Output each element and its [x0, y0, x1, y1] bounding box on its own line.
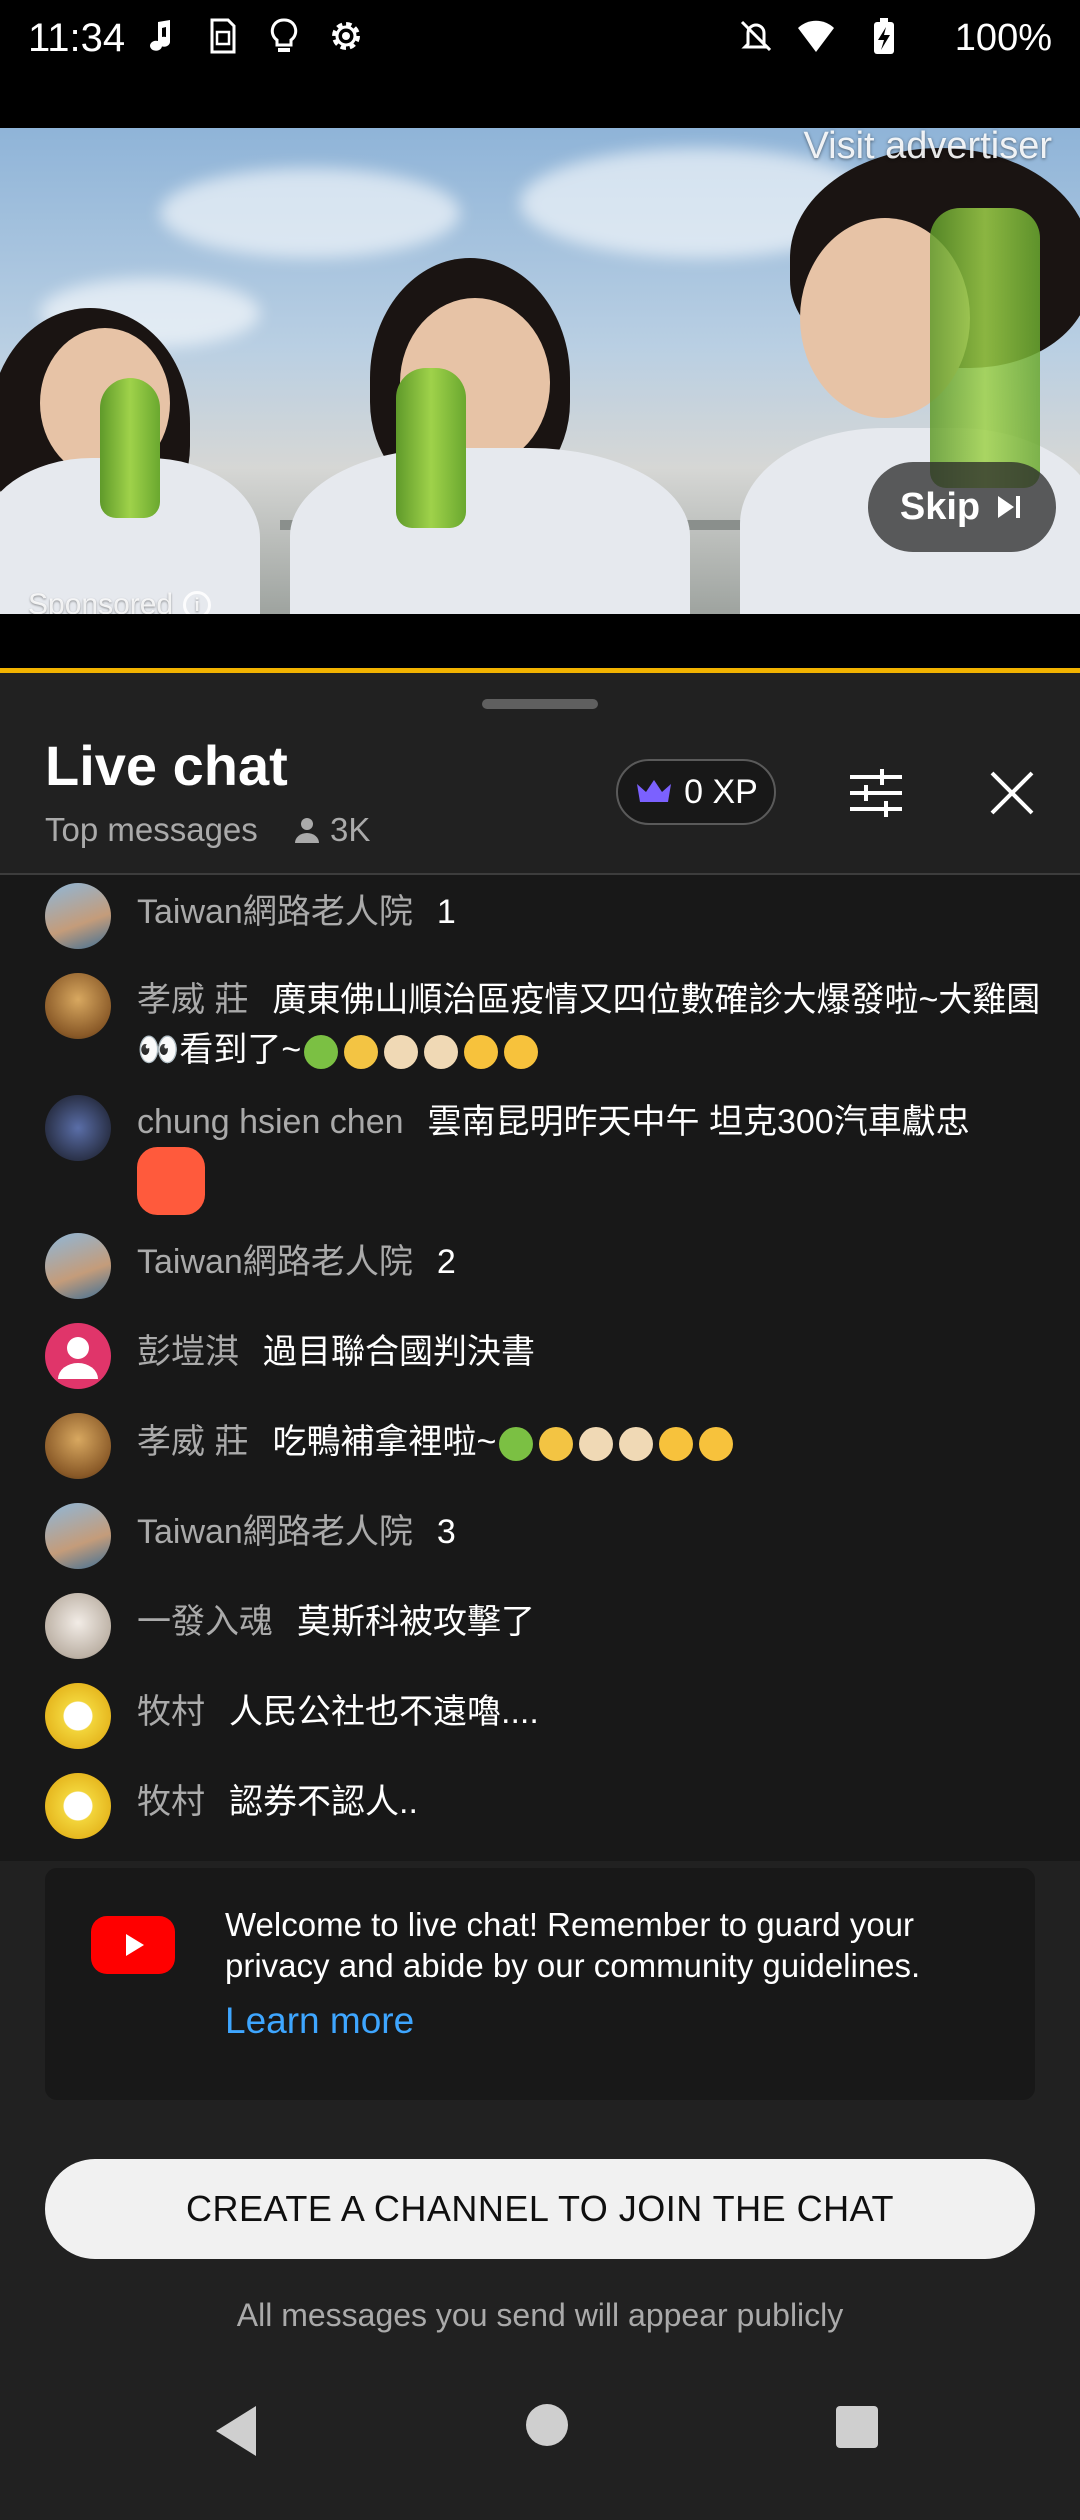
message-author[interactable]: 孝威 莊 [137, 981, 248, 1019]
sweat-face-emoji-icon [659, 1427, 694, 1462]
wifi-icon [798, 20, 834, 52]
back-triangle-icon[interactable] [212, 2402, 262, 2460]
info-icon[interactable]: i [183, 591, 212, 614]
sleepy-face-emoji-icon [699, 1427, 734, 1462]
message-author[interactable]: 牧村 [137, 1783, 205, 1821]
message-author[interactable]: 彭塏淇 [137, 1333, 239, 1371]
sweat-face-emoji-icon [464, 1035, 499, 1070]
music-note-icon [150, 20, 170, 51]
message-text: 雲南昆明昨天中午 坦克300汽車獻忠 [427, 1103, 970, 1141]
sponsored-text: Sponsored [28, 588, 174, 614]
avatar[interactable] [45, 1323, 111, 1389]
message-author[interactable]: 一發入魂 [137, 1603, 273, 1641]
avatar[interactable] [45, 1683, 111, 1749]
message-text: 1 [436, 893, 456, 931]
settings-gear-icon [332, 22, 360, 50]
live-chat-panel: Live chat Top messages 3K 0 XP Taiwan網路老… [0, 673, 1080, 2520]
message-text: 過目聯合國判決書 [263, 1333, 535, 1371]
mute-bell-icon [740, 20, 772, 52]
message-text: 廣東佛山順治區疫情又四位數確診大爆發啦~大雞園👀看到了~ [137, 981, 1041, 1069]
learn-more-link[interactable]: Learn more [225, 2000, 414, 2042]
message-author[interactable]: Taiwan網路老人院 [137, 893, 413, 931]
message-author[interactable]: chung hsien chen [137, 1103, 404, 1141]
avatar[interactable] [45, 1593, 111, 1659]
message-text: 2 [436, 1243, 456, 1281]
skip-ad-label: Skip [899, 485, 981, 528]
sticker-emoji-icon [137, 1147, 205, 1215]
skip-ad-button[interactable]: Skip [868, 462, 1056, 552]
message-text: 人民公社也不遠嚕.... [229, 1693, 539, 1731]
caterpillar-emoji-icon [499, 1427, 534, 1462]
youtube-logo-icon [91, 1916, 175, 1974]
dancers-emoji-icon [344, 1035, 379, 1070]
system-nav-bar [0, 2360, 1080, 2520]
lightbulb-icon [270, 18, 298, 52]
chef-emoji-icon [579, 1427, 614, 1462]
message-text: 莫斯科被攻擊了 [297, 1603, 535, 1641]
avatar[interactable] [45, 973, 111, 1039]
person-icon [295, 818, 319, 843]
dancers-emoji-icon [539, 1427, 574, 1462]
sim-card-icon [210, 18, 236, 54]
message-text: 3 [436, 1513, 456, 1551]
avatar[interactable] [45, 1773, 111, 1839]
avatar[interactable] [45, 1503, 111, 1569]
chat-title: Live chat [45, 734, 288, 797]
xp-button[interactable]: 0 XP [616, 759, 776, 825]
skip-next-icon [998, 496, 1021, 518]
chat-settings-sliders-icon[interactable] [846, 765, 906, 821]
message-author[interactable]: 孝威 莊 [137, 1423, 248, 1461]
sponsored-label[interactable]: Sponsored i [28, 588, 212, 614]
message-author[interactable]: Taiwan網路老人院 [137, 1513, 413, 1551]
avatar[interactable] [45, 883, 111, 949]
home-circle-icon[interactable] [526, 2404, 568, 2446]
status-bar: 11:34 100% [0, 0, 1080, 128]
chat-message-list[interactable]: Taiwan網路老人院 1 孝威 莊廣東佛山順治區疫情又四位數確診大爆發啦~大雞園… [0, 875, 1080, 1861]
drag-handle[interactable] [482, 699, 598, 709]
avatar[interactable] [45, 1095, 111, 1161]
message-text: 吃鴨補拿裡啦~ [272, 1423, 497, 1461]
close-icon[interactable] [984, 765, 1040, 821]
public-messages-note: All messages you send will appear public… [236, 2297, 844, 2333]
avatar[interactable] [45, 1413, 111, 1479]
caterpillar-emoji-icon [304, 1035, 339, 1070]
viewer-count: 3K [292, 811, 370, 849]
sleepy-face-emoji-icon [504, 1035, 539, 1070]
create-channel-button[interactable]: CREATE A CHANNEL TO JOIN THE CHAT [45, 2159, 1035, 2259]
avatar[interactable] [45, 1233, 111, 1299]
message-author[interactable]: 牧村 [137, 1693, 205, 1731]
visit-advertiser-link[interactable]: Visit advertiser [803, 128, 1052, 168]
viewer-count-value: 3K [330, 811, 371, 848]
default-avatar-icon [58, 1337, 98, 1379]
message-author[interactable]: Taiwan網路老人院 [137, 1243, 413, 1281]
battery-charging-icon [874, 18, 894, 54]
chef-emoji-icon [424, 1035, 459, 1070]
welcome-banner: Welcome to live chat! Remember to guard … [45, 1868, 1035, 2100]
recents-square-icon[interactable] [836, 2406, 878, 2448]
status-time: 11:34 [28, 16, 126, 60]
chef-emoji-icon [619, 1427, 654, 1462]
welcome-message: Welcome to live chat! Remember to guard … [225, 1906, 921, 1984]
crown-icon [637, 780, 672, 802]
message-text: 認券不認人.. [229, 1783, 418, 1821]
chat-mode-dropdown[interactable]: Top messages [45, 811, 258, 849]
xp-label: 0 XP [684, 772, 758, 811]
video-player[interactable]: Visit advertiser Skip Sponsored i [0, 128, 1080, 614]
battery-percent: 100% [954, 17, 1052, 59]
chef-emoji-icon [384, 1035, 419, 1070]
